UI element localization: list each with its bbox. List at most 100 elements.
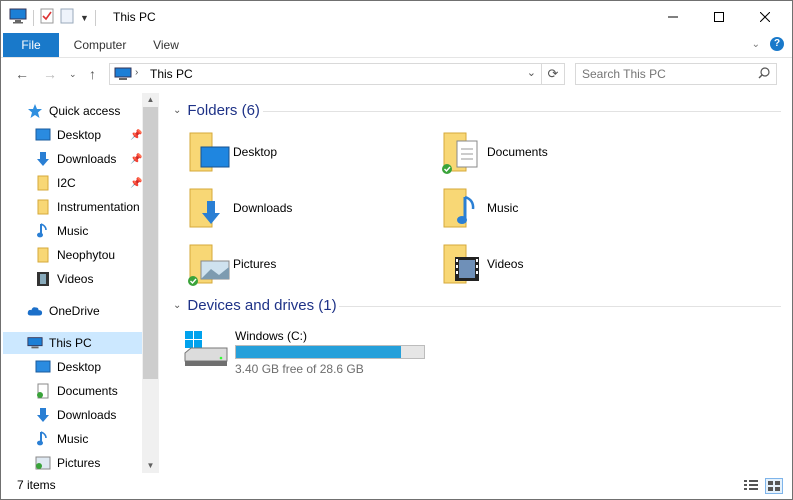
folder-tile-downloads[interactable]: Downloads	[187, 187, 427, 235]
group-title: Folders (6)	[187, 102, 260, 119]
devices-group-header[interactable]: ⌄ Devices and drives (1)	[173, 297, 337, 314]
properties-icon[interactable]	[40, 8, 54, 27]
nav-quick-instrumentation[interactable]: Instrumentation	[35, 196, 140, 218]
item-count: 7 items	[17, 478, 56, 492]
large-icons-view-icon[interactable]	[765, 478, 783, 494]
scroll-up-icon[interactable]: ▲	[142, 93, 159, 107]
desktop-icon	[35, 127, 51, 143]
pictures-folder-icon	[187, 243, 231, 287]
folder-tile-desktop[interactable]: Desktop	[187, 131, 427, 179]
expand-ribbon-icon[interactable]: ⌄	[752, 39, 760, 50]
nav-label: OneDrive	[49, 304, 100, 318]
refresh-icon[interactable]: ⟳	[541, 64, 564, 84]
group-divider	[339, 306, 781, 307]
nav-label: Downloads	[57, 408, 117, 422]
picture-icon	[35, 455, 51, 471]
drive-tile-c[interactable]: Windows (C:) 3.40 GB free of 28.6 GB	[183, 329, 443, 376]
nav-pc-desktop[interactable]: Desktop	[35, 356, 101, 378]
nav-label: Music	[57, 432, 89, 446]
nav-quick-i2c[interactable]: I2C	[35, 172, 76, 194]
toolbar-separator	[94, 9, 96, 26]
folder-tile-pictures[interactable]: Pictures	[187, 243, 427, 291]
status-bar: 7 items	[1, 473, 792, 499]
folder-tile-videos[interactable]: Videos	[441, 243, 681, 291]
folder-name: Music	[487, 201, 519, 215]
hard-drive-icon	[183, 331, 229, 370]
search-input[interactable]	[582, 66, 742, 82]
music-folder-icon	[441, 187, 485, 231]
search-box[interactable]	[575, 63, 777, 85]
collapse-chevron-icon[interactable]: ⌄	[173, 300, 181, 311]
folder-tile-music[interactable]: Music	[441, 187, 681, 235]
forward-icon[interactable]: →	[43, 66, 57, 82]
pin-icon[interactable]: 📌	[130, 130, 142, 141]
minimize-button[interactable]	[650, 1, 696, 33]
desktop-folder-icon	[187, 131, 231, 175]
group-divider	[263, 111, 781, 112]
film-icon	[35, 271, 51, 287]
folder-icon	[35, 199, 51, 215]
collapse-chevron-icon[interactable]: ⌄	[173, 105, 181, 116]
nav-label: This PC	[49, 336, 92, 350]
tab-view[interactable]: View	[141, 33, 191, 57]
scroll-down-icon[interactable]: ▼	[142, 459, 159, 473]
breadcrumb-separator-icon[interactable]: ›	[135, 67, 138, 78]
nav-quick-neophytou[interactable]: Neophytou	[35, 244, 115, 266]
pin-icon[interactable]: 📌	[130, 178, 142, 189]
address-dropdown-icon[interactable]: ⌄	[527, 66, 536, 79]
nav-label: Documents	[57, 384, 118, 398]
ribbon-controls: ⌄ ?	[752, 37, 784, 51]
details-view-icon[interactable]	[743, 478, 759, 492]
downloads-folder-icon	[187, 187, 231, 231]
cloud-icon	[27, 303, 43, 319]
content-pane: ⌄ Folders (6) Desktop Documents Download…	[159, 91, 792, 473]
address-path[interactable]: This PC	[150, 67, 193, 81]
folder-name: Videos	[487, 257, 524, 271]
nav-quick-access[interactable]: Quick access	[27, 100, 120, 122]
ribbon-tabs: File Computer View ⌄ ?	[1, 33, 792, 58]
computer-icon[interactable]	[9, 8, 27, 27]
nav-label: Instrumentation	[57, 200, 140, 214]
drive-name: Windows (C:)	[235, 329, 308, 343]
download-arrow-icon	[35, 407, 51, 423]
nav-pc-music[interactable]: Music	[35, 428, 88, 450]
drive-usage-bar	[235, 345, 425, 359]
customize-toolbar-icon[interactable]: ▼	[80, 13, 89, 23]
tab-file[interactable]: File	[3, 33, 59, 57]
explorer-window: ▼ This PC File Computer View ⌄ ? ← → ⌄ ↑	[0, 0, 793, 500]
search-icon[interactable]	[758, 67, 770, 82]
music-note-icon	[35, 223, 51, 239]
recent-locations-icon[interactable]: ⌄	[69, 69, 77, 80]
nav-pc-documents[interactable]: Documents	[35, 380, 118, 402]
back-icon[interactable]: ←	[15, 66, 29, 82]
nav-label: Neophytou	[57, 248, 116, 262]
toolbar-separator	[33, 9, 34, 26]
close-button[interactable]	[742, 1, 788, 33]
nav-quick-videos[interactable]: Videos	[35, 268, 93, 290]
nav-quick-music[interactable]: Music	[35, 220, 88, 242]
nav-quick-desktop[interactable]: Desktop	[35, 124, 101, 146]
tab-computer[interactable]: Computer	[65, 33, 135, 57]
folder-icon	[35, 247, 51, 263]
computer-icon	[114, 67, 132, 84]
nav-label: Downloads	[57, 152, 117, 166]
nav-this-pc[interactable]: This PC	[3, 332, 142, 354]
scrollbar-thumb[interactable]	[143, 107, 158, 379]
folder-name: Desktop	[233, 145, 278, 159]
nav-label: Videos	[57, 272, 94, 286]
nav-quick-downloads[interactable]: Downloads	[35, 148, 116, 170]
folders-group-header[interactable]: ⌄ Folders (6)	[173, 102, 260, 119]
nav-scrollbar[interactable]: ▲ ▼	[142, 93, 159, 473]
nav-onedrive[interactable]: OneDrive	[27, 300, 100, 322]
folder-tile-documents[interactable]: Documents	[441, 131, 681, 179]
up-icon[interactable]: ↑	[89, 66, 96, 82]
window-title: This PC	[113, 10, 156, 24]
drive-free-space: 3.40 GB free of 28.6 GB	[235, 362, 364, 376]
maximize-button[interactable]	[696, 1, 742, 33]
pin-icon[interactable]: 📌	[130, 154, 142, 165]
address-bar[interactable]: › This PC ⌄ ⟳	[109, 63, 565, 85]
help-icon[interactable]: ?	[770, 37, 784, 51]
nav-pc-pictures[interactable]: Pictures	[35, 452, 100, 474]
nav-pc-downloads[interactable]: Downloads	[35, 404, 116, 426]
new-folder-icon[interactable]	[60, 8, 74, 27]
